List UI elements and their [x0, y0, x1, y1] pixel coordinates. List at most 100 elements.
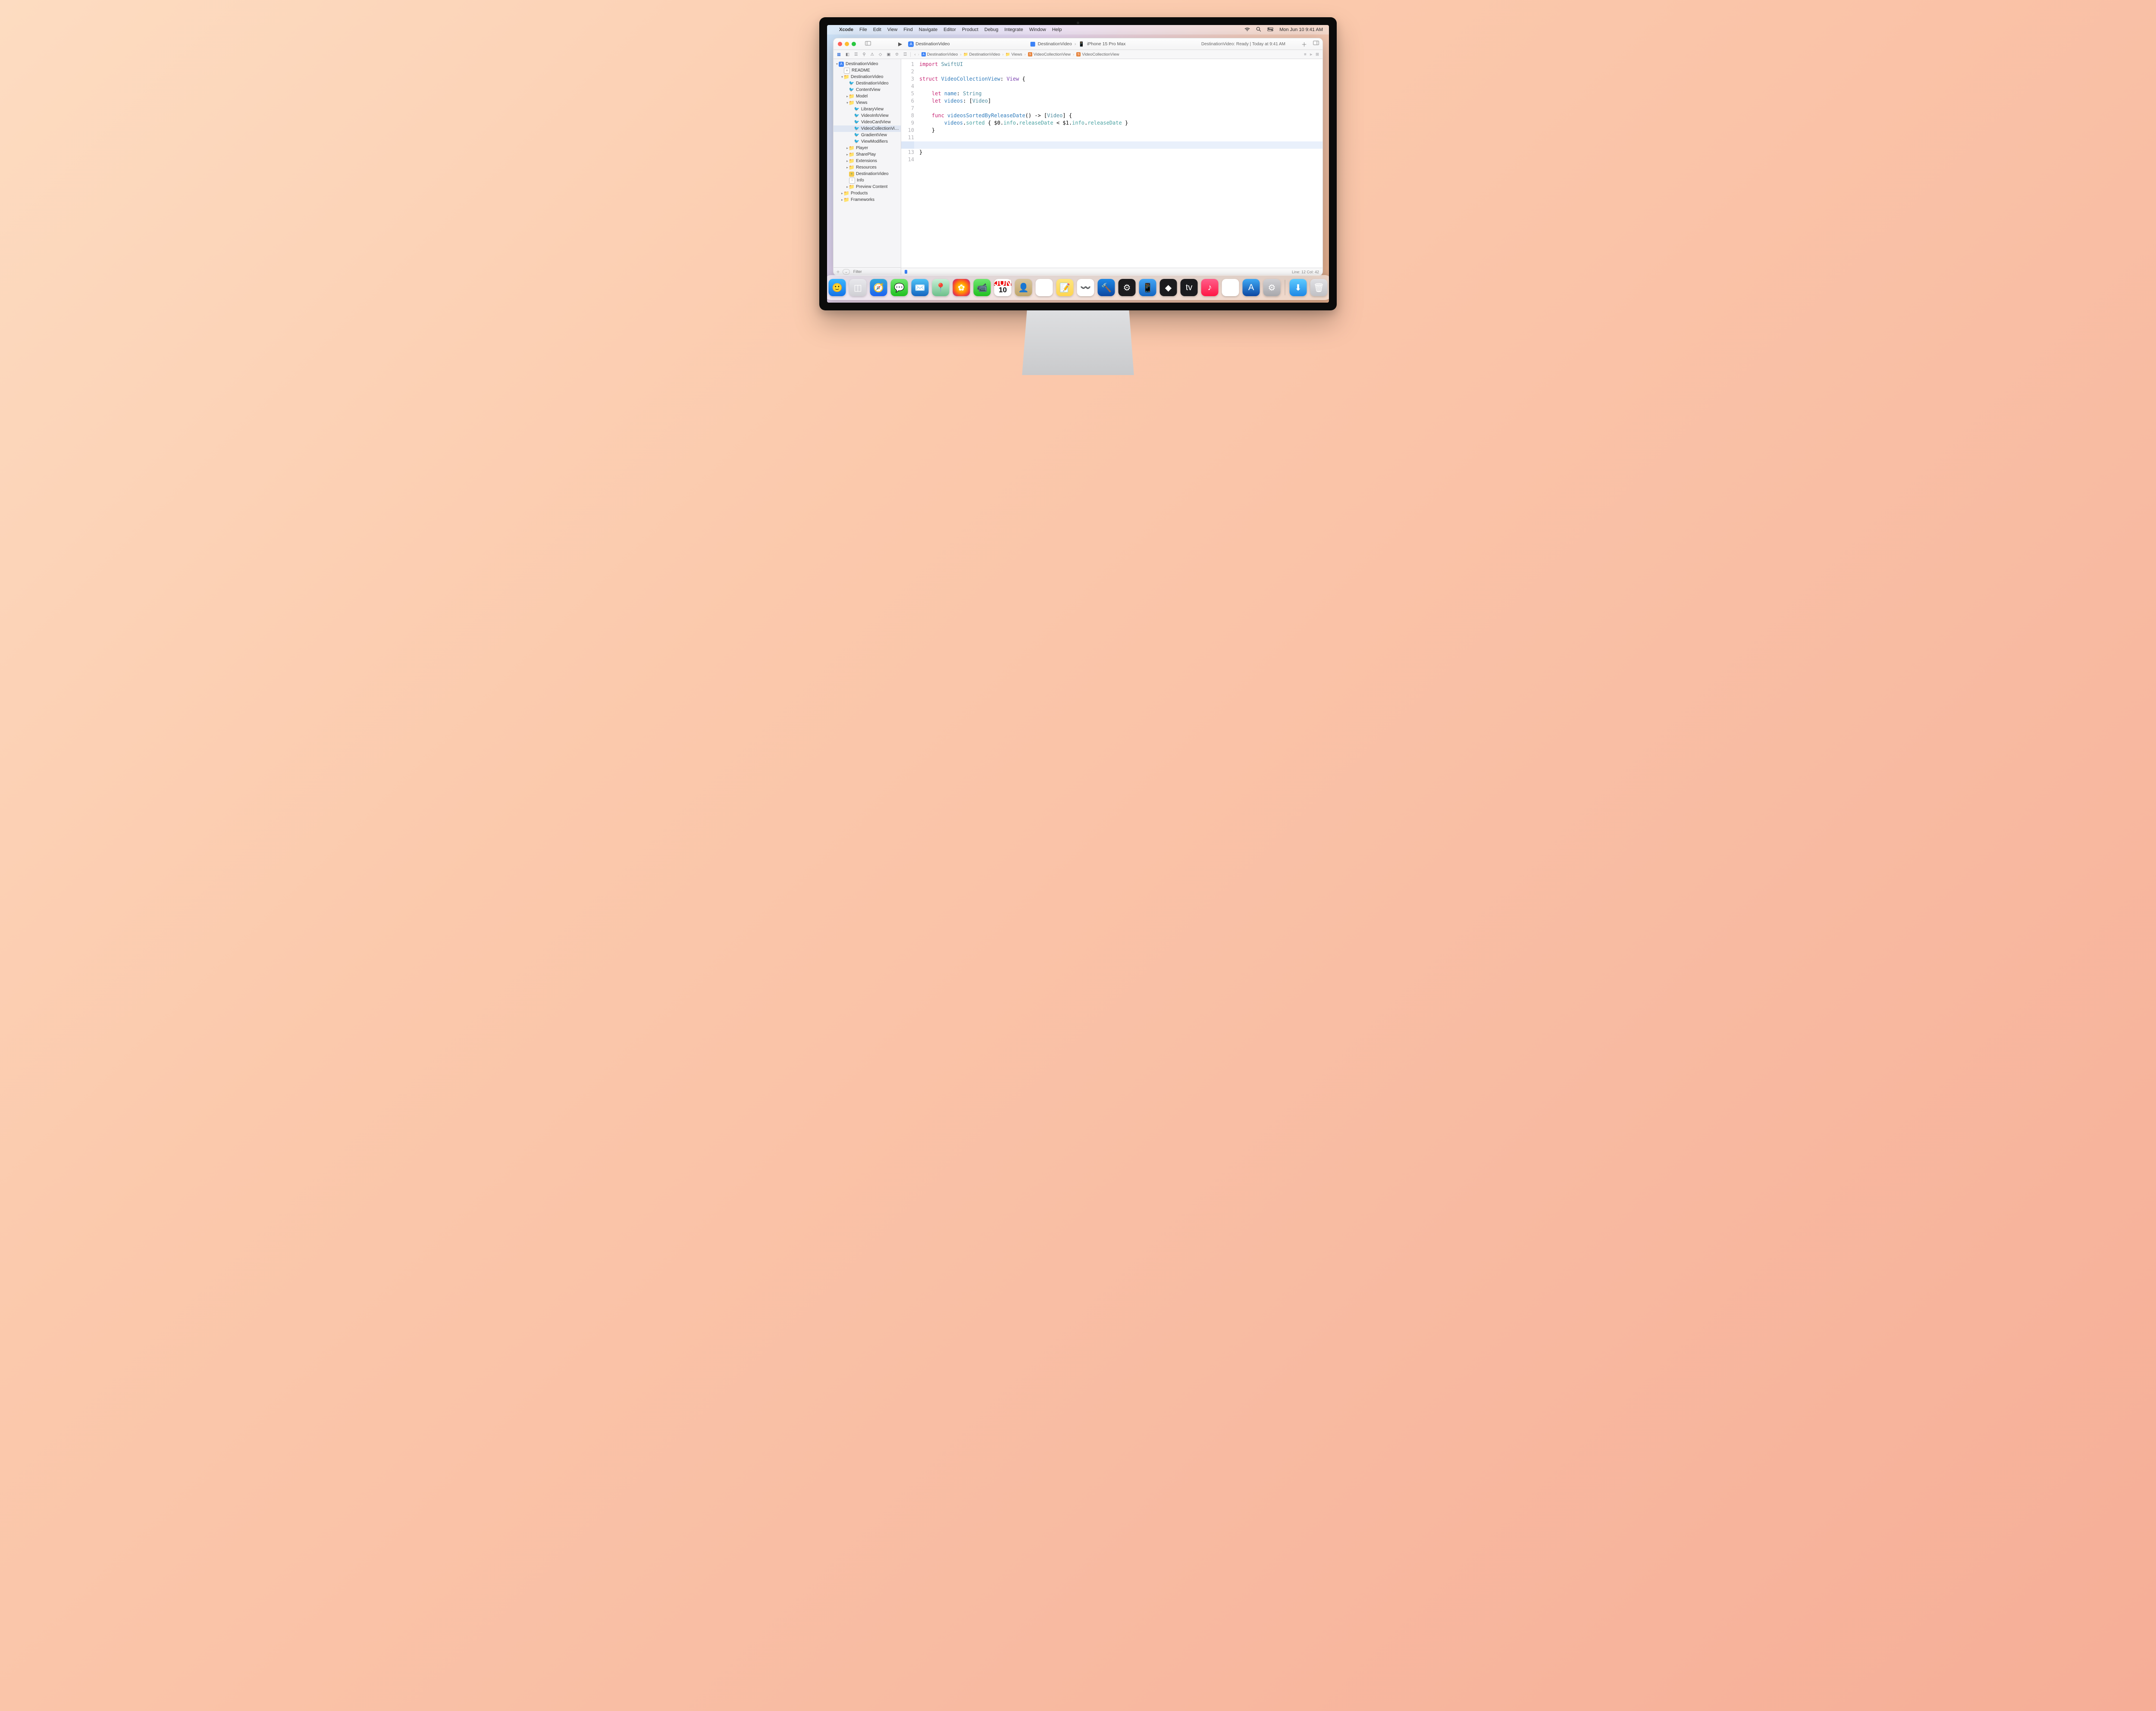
report-navigator-icon[interactable]: ☲ — [903, 52, 907, 57]
dock-app-music[interactable]: ♪ — [1201, 279, 1219, 296]
menu-file[interactable]: File — [859, 27, 867, 32]
forward-button[interactable]: › — [918, 52, 919, 57]
tree-node-shareplay[interactable]: ▸📁SharePlay — [834, 151, 901, 158]
code-editor[interactable]: 1234567891011121314import SwiftUI struct… — [901, 59, 1322, 268]
dock-app-arcade[interactable]: ◆ — [1160, 279, 1177, 296]
project-navigator-icon[interactable]: ▦ — [837, 52, 841, 57]
tree-node-destinationvideo[interactable]: ▾📁DestinationVideo — [834, 74, 901, 80]
dock-app-settings[interactable]: ⚙︎ — [1263, 279, 1281, 296]
tree-node-info[interactable]: iInfo — [834, 177, 901, 184]
tree-node-preview-content[interactable]: ▸📁Preview Content — [834, 184, 901, 190]
dock-app-messages[interactable]: 💬 — [891, 279, 908, 296]
tree-node-player[interactable]: ▸📁Player — [834, 145, 901, 151]
tree-node-destinationvideo[interactable]: 🐦DestinationVideo — [834, 80, 901, 87]
breadcrumb-0[interactable]: ADestinationVideo — [921, 52, 958, 57]
add-button[interactable]: ＋ — [1301, 40, 1307, 48]
add-editor-icon[interactable]: ⊞ — [1316, 52, 1319, 57]
filter-scope-button[interactable]: ⌄ — [843, 269, 850, 275]
dock-app-maps[interactable]: 📍 — [932, 279, 950, 296]
dock-downloads[interactable]: ⬇︎ — [1290, 279, 1307, 296]
tree-node-views[interactable]: ▾📁Views — [834, 100, 901, 106]
dock-app-news[interactable]: N — [1222, 279, 1239, 296]
tree-node-videoinfoview[interactable]: 🐦VideoInfoView — [834, 113, 901, 119]
add-file-button[interactable]: ＋ — [836, 269, 840, 275]
dock-app-mail[interactable]: ✉️ — [912, 279, 929, 296]
breadcrumb-4[interactable]: SVideoCollectionView — [1076, 52, 1119, 57]
dock-app-contacts[interactable]: 👤 — [1015, 279, 1032, 296]
tree-node-products[interactable]: ▸📁Products — [834, 190, 901, 197]
disclosure-icon[interactable]: ▾ — [835, 62, 839, 66]
tree-node-contentview[interactable]: 🐦ContentView — [834, 87, 901, 93]
menu-find[interactable]: Find — [903, 27, 912, 32]
dock-app-freeform[interactable]: 〰️ — [1077, 279, 1094, 296]
tree-node-model[interactable]: ▸📁Model — [834, 93, 901, 100]
debug-navigator-icon[interactable]: ▣ — [887, 52, 890, 57]
back-button[interactable]: ‹ — [914, 52, 915, 57]
dock-app-simulator[interactable]: 📱 — [1139, 279, 1156, 296]
control-center-icon[interactable] — [1267, 27, 1273, 33]
code-content[interactable]: import SwiftUI struct VideoCollectionVie… — [918, 59, 1322, 268]
dock-app-xcode[interactable]: 🔨 — [1098, 279, 1115, 296]
menu-editor[interactable]: Editor — [943, 27, 956, 32]
dock-app-photos[interactable]: ✿ — [953, 279, 970, 296]
tree-node-gradientview[interactable]: 🐦GradientView — [834, 132, 901, 138]
sidebar-toggle-icon[interactable] — [864, 41, 872, 47]
tree-node-readme[interactable]: ≡README — [834, 67, 901, 74]
tree-node-destinationvideo[interactable]: ▾ADestinationVideo — [834, 61, 901, 67]
dock-app-finder[interactable]: 🙂 — [829, 279, 846, 296]
tree-node-frameworks[interactable]: ▸📁Frameworks — [834, 197, 901, 203]
editor-options-icon[interactable]: ≡ — [1304, 52, 1307, 57]
menu-help[interactable]: Help — [1052, 27, 1062, 32]
tree-node-destinationvideo[interactable]: ✦DestinationVideo — [834, 171, 901, 177]
dock-app-reminders[interactable]: ☰ — [1036, 279, 1053, 296]
app-menu[interactable]: Xcode — [839, 27, 853, 32]
wifi-icon[interactable] — [1244, 27, 1250, 33]
dock-app-launchpad[interactable]: ◫ — [849, 279, 867, 296]
jump-bar[interactable]: ‹ › ADestinationVideo›📁DestinationVideo›… — [910, 52, 1322, 57]
folder-icon: 📁 — [844, 191, 849, 196]
dock-app-notes[interactable]: 📝 — [1056, 279, 1074, 296]
tree-label: Extensions — [856, 159, 877, 163]
test-navigator-icon[interactable]: ◇ — [879, 52, 882, 57]
menu-product[interactable]: Product — [962, 27, 978, 32]
tree-node-viewmodifiers[interactable]: 🐦ViewModifiers — [834, 138, 901, 145]
menu-view[interactable]: View — [887, 27, 898, 32]
breakpoint-navigator-icon[interactable]: ⎊ — [895, 52, 899, 57]
spotlight-icon[interactable] — [1256, 27, 1261, 33]
breadcrumb-1[interactable]: 📁DestinationVideo — [964, 52, 1000, 57]
menu-debug[interactable]: Debug — [984, 27, 998, 32]
menu-navigate[interactable]: Navigate — [919, 27, 937, 32]
current-line-highlight — [901, 141, 1322, 149]
tree-node-libraryview[interactable]: 🐦LibraryView — [834, 106, 901, 113]
tree-node-extensions[interactable]: ▸📁Extensions — [834, 158, 901, 164]
minimize-button[interactable] — [845, 42, 849, 46]
scheme-selector[interactable]: DestinationVideo › 📱 iPhone 15 Pro Max — [1031, 41, 1126, 47]
breadcrumb-2[interactable]: 📁Views — [1006, 52, 1022, 57]
filter-input[interactable] — [852, 269, 905, 274]
menu-edit[interactable]: Edit — [873, 27, 881, 32]
tree-node-videocardview[interactable]: 🐦VideoCardView — [834, 119, 901, 125]
find-navigator-icon[interactable]: ⚲ — [863, 52, 866, 57]
bookmark-navigator-icon[interactable]: ☰ — [854, 52, 858, 57]
adjust-editor-icon[interactable]: ⫸ — [1310, 52, 1312, 57]
breadcrumb-3[interactable]: SVideoCollectionView — [1028, 52, 1071, 57]
dock-app-facetime[interactable]: 📹 — [974, 279, 991, 296]
inspectors-toggle-icon[interactable] — [1313, 40, 1319, 48]
zoom-button[interactable] — [852, 42, 856, 46]
source-control-navigator-icon[interactable]: ◧ — [846, 52, 849, 57]
dock-app-appstore[interactable]: A — [1243, 279, 1260, 296]
dock-trash[interactable]: 🗑 — [1310, 279, 1328, 296]
menubar-clock[interactable]: Mon Jun 10 9:41 AM — [1279, 27, 1323, 32]
menu-window[interactable]: Window — [1029, 27, 1046, 32]
dock-app-calendar[interactable]: JUN10 — [994, 279, 1012, 296]
menu-integrate[interactable]: Integrate — [1004, 27, 1023, 32]
project-title[interactable]: A DestinationVideo — [908, 41, 950, 47]
dock-app-tv[interactable]: tv — [1181, 279, 1198, 296]
tree-node-videocollectionview[interactable]: 🐦VideoCollectionView — [834, 125, 901, 132]
run-button[interactable]: ▶ — [898, 41, 902, 47]
dock-app-safari[interactable]: 🧭 — [870, 279, 887, 296]
tree-node-resources[interactable]: ▸📁Resources — [834, 164, 901, 171]
dock-app-appstoredev[interactable]: ⚙︎ — [1119, 279, 1136, 296]
close-button[interactable] — [838, 42, 842, 46]
issue-navigator-icon[interactable]: ⚠ — [870, 52, 874, 57]
